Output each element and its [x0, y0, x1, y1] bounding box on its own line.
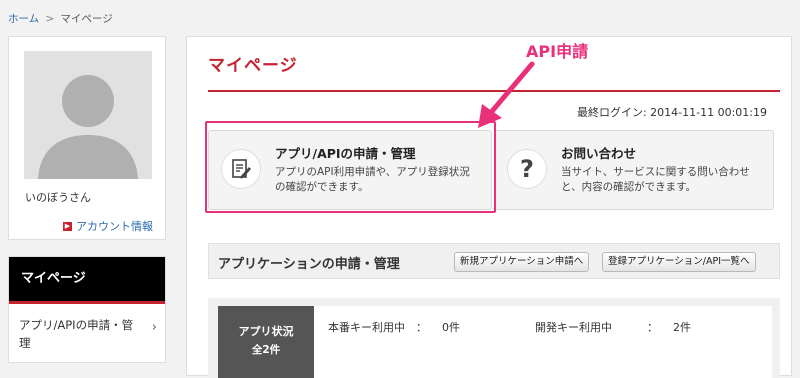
dev-key-label: 開発キー利用中	[535, 321, 612, 334]
account-info-label: アカウント情報	[76, 220, 153, 233]
tile-contact-desc: 当サイト、サービスに関する問い合わせと、内容の確認ができます。	[561, 166, 750, 193]
new-application-button[interactable]: 新規アプリケーション申請へ	[454, 252, 590, 272]
arrow-right-icon: ▶	[63, 221, 72, 231]
registered-app-list-button[interactable]: 登録アプリケーション/API一覧へ	[602, 252, 756, 272]
annotation-highlight-box	[205, 121, 496, 213]
tile-contact-title: お問い合わせ	[561, 146, 637, 161]
tile-contact[interactable]: ? お問い合わせ 当サイト、サービスに関する問い合わせと、内容の確認ができます。	[494, 130, 774, 210]
section-app-management: アプリケーションの申請・管理 新規アプリケーション申請へ 登録アプリケーション/…	[208, 243, 780, 279]
profile-card: いのぼうさん ▶ アカウント情報	[8, 36, 166, 240]
user-silhouette-icon	[38, 75, 138, 179]
side-menu-heading: マイページ	[9, 257, 165, 304]
app-status-title: アプリ状況	[238, 325, 294, 338]
app-status-info: 本番キー利用中 ： 0件 開発キー利用中 ： 2件	[314, 306, 772, 378]
dev-key-separator: ：	[647, 321, 658, 334]
breadcrumb-separator-icon: >	[45, 12, 55, 25]
account-info-link[interactable]: ▶ アカウント情報	[63, 218, 153, 234]
breadcrumb: ホーム > マイページ	[8, 11, 113, 26]
side-menu: マイページ アプリ/APIの申請・管理 ›	[8, 256, 166, 363]
annotation-arrow-icon	[478, 61, 535, 128]
last-login: 最終ログイン: 2014-11-11 00:01:19	[576, 106, 767, 119]
app-status-box: アプリ状況 全2件 本番キー利用中 ： 0件 開発キー利用中 ： 2件	[208, 298, 780, 378]
side-menu-item-label: アプリ/APIの申請・管理	[19, 318, 134, 350]
app-status-total: 全2件	[251, 344, 281, 356]
app-status-label: アプリ状況 全2件	[218, 306, 314, 378]
prod-key-count: 0件	[442, 321, 460, 334]
dev-key-count: 2件	[673, 321, 691, 334]
breadcrumb-home-link[interactable]: ホーム	[8, 11, 39, 26]
breadcrumb-current: マイページ	[60, 13, 113, 25]
question-mark-icon: ?	[507, 149, 547, 189]
prod-key-label: 本番キー利用中 ：	[328, 321, 427, 334]
username: いのぼうさん	[25, 191, 91, 204]
avatar	[24, 51, 152, 179]
side-menu-item-app-api[interactable]: アプリ/APIの申請・管理 ›	[9, 304, 165, 362]
page-title: マイページ	[208, 56, 298, 76]
section-title: アプリケーションの申請・管理	[218, 257, 400, 272]
chevron-right-icon: ›	[151, 320, 157, 335]
